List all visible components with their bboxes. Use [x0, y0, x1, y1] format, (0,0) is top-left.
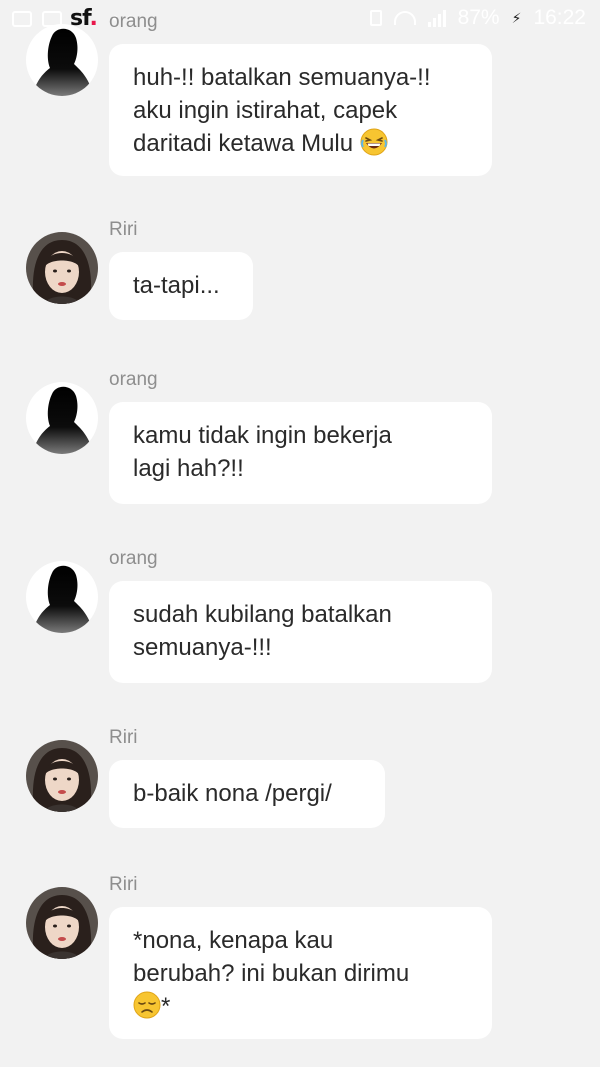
sender-name: Riri [109, 219, 138, 240]
battery-percentage: 87% [457, 6, 500, 29]
avatar-girl-photo[interactable] [26, 232, 98, 304]
sender-name: orang [109, 548, 158, 569]
sim-card-icon [369, 10, 382, 26]
message-text: ta-tapi... [133, 272, 220, 299]
sender-name: Riri [109, 727, 138, 748]
message-bubble[interactable]: b-baik nona /pergi/ [109, 760, 385, 828]
message-bubble[interactable]: ta-tapi... [109, 252, 253, 320]
avatar-silhouette[interactable] [26, 24, 98, 96]
message-bubble[interactable]: sudah kubilang batalkan semuanya-!!! [109, 581, 492, 683]
sender-name: orang [109, 369, 158, 390]
sender-name: Riri [109, 874, 138, 895]
gallery-notification-icon [12, 10, 32, 27]
message-bubble[interactable]: huh-!! batalkan semuanya-!! aku ingin is… [109, 44, 492, 176]
status-bar-right: 87% ⚡ 16:22 [369, 6, 586, 30]
avatar-girl-photo[interactable] [26, 740, 98, 812]
charging-icon: ⚡ [511, 9, 522, 26]
message-text: sudah kubilang batalkan semuanya-!!! [133, 601, 392, 661]
disappointed-emoji-icon [133, 991, 161, 1019]
message-text: kamu tidak ingin bekerja lagi hah?!! [133, 422, 392, 482]
avatar-silhouette[interactable] [26, 561, 98, 633]
message-text: *nona, kenapa kau berubah? ini bukan dir… [133, 927, 410, 987]
avatar-silhouette[interactable] [26, 382, 98, 454]
sender-name: orang [109, 11, 158, 32]
laughing-emoji-icon [360, 128, 388, 156]
signal-icon [427, 9, 446, 27]
clock: 16:22 [533, 6, 586, 29]
wifi-icon [393, 11, 416, 25]
avatar-girl-photo[interactable] [26, 887, 98, 959]
message-text-suffix: * [161, 993, 171, 1020]
message-bubble[interactable]: kamu tidak ingin bekerja lagi hah?!! [109, 402, 492, 504]
message-text: b-baik nona /pergi/ [133, 780, 332, 807]
message-bubble[interactable]: *nona, kenapa kau berubah? ini bukan dir… [109, 907, 492, 1039]
